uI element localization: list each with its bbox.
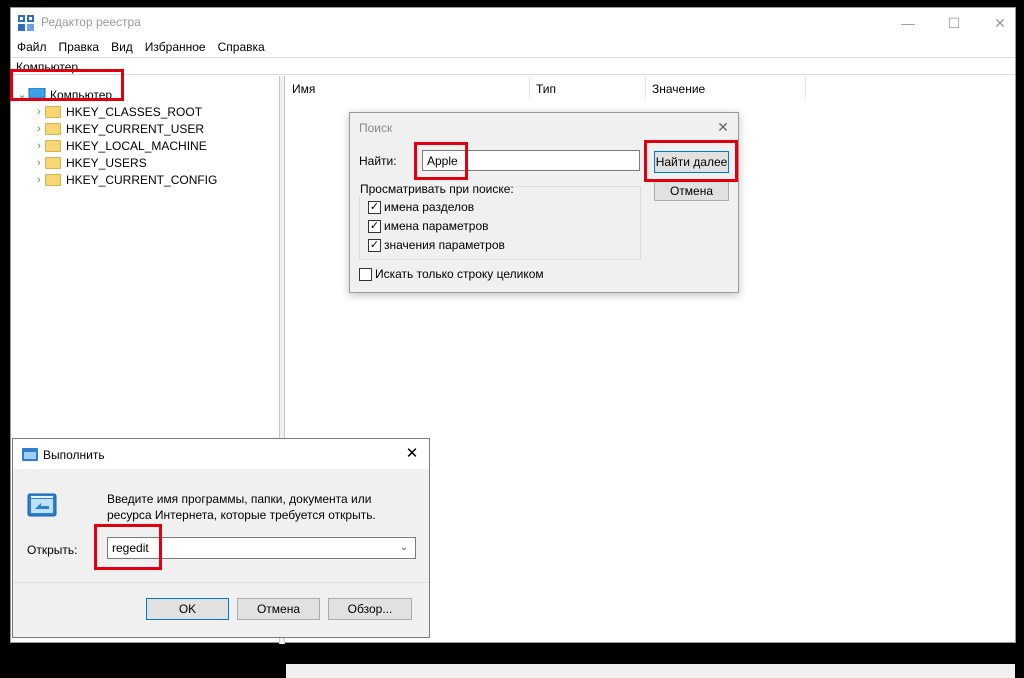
find-close-button[interactable]: ✕ xyxy=(712,117,734,137)
menu-view[interactable]: Вид xyxy=(105,38,139,56)
chevron-right-icon[interactable]: › xyxy=(33,106,45,118)
folder-icon xyxy=(45,173,61,186)
dialog-title: Выполнить xyxy=(43,448,105,462)
horizontal-scrollbar[interactable] xyxy=(286,664,1015,678)
menu-favorites[interactable]: Избранное xyxy=(139,38,212,56)
checkbox-value-names[interactable]: ✓ xyxy=(368,219,381,233)
checkbox-value-data[interactable]: ✓ xyxy=(368,238,381,252)
address-bar[interactable]: Компьютер xyxy=(11,57,1015,75)
column-header-type[interactable]: Тип xyxy=(530,76,646,98)
dialog-title: Поиск xyxy=(359,121,393,135)
menu-file[interactable]: Файл xyxy=(11,38,53,56)
folder-icon xyxy=(45,156,61,169)
option-label: имена разделов xyxy=(384,200,475,214)
find-label: Найти: xyxy=(359,154,397,168)
tree-item-hkcr[interactable]: › HKEY_CLASSES_ROOT xyxy=(33,103,202,120)
chevron-right-icon[interactable]: › xyxy=(33,140,45,152)
option-label: Искать только строку целиком xyxy=(375,267,544,281)
highlight-find-next xyxy=(644,140,738,182)
tree-item-hklm[interactable]: › HKEY_LOCAL_MACHINE xyxy=(33,137,207,154)
tree-item-label: HKEY_LOCAL_MACHINE xyxy=(66,138,207,153)
run-dialog: Выполнить ✕ Введите имя программы, папки… xyxy=(12,438,430,638)
option-value-names[interactable]: ✓ имена параметров xyxy=(368,217,489,235)
run-close-button[interactable]: ✕ xyxy=(401,444,423,464)
tree-item-label: HKEY_CLASSES_ROOT xyxy=(66,104,203,119)
highlight-computer xyxy=(10,69,124,101)
ok-button[interactable]: OK xyxy=(146,598,229,620)
close-icon: ✕ xyxy=(994,14,1006,31)
tree-item-hku[interactable]: › HKEY_USERS xyxy=(33,154,147,171)
tree-item-hkcc[interactable]: › HKEY_CURRENT_CONFIG xyxy=(33,171,217,188)
minimize-icon: — xyxy=(901,15,915,31)
option-key-names[interactable]: ✓ имена разделов xyxy=(368,198,474,216)
maximize-icon: ☐ xyxy=(947,14,961,31)
window-title: Редактор реестра xyxy=(41,15,141,29)
chevron-right-icon[interactable]: › xyxy=(33,157,45,169)
maximize-button[interactable]: ☐ xyxy=(931,8,977,38)
minimize-button[interactable]: — xyxy=(885,8,931,38)
tree-item-label: HKEY_CURRENT_CONFIG xyxy=(66,172,218,187)
run-titlebar[interactable]: Выполнить ✕ xyxy=(13,439,429,469)
highlight-find-input xyxy=(414,142,468,180)
tree-item-label: HKEY_CURRENT_USER xyxy=(66,121,205,136)
run-icon xyxy=(22,448,38,461)
folder-icon xyxy=(45,122,61,135)
option-label: имена параметров xyxy=(384,219,489,233)
close-icon: ✕ xyxy=(405,445,419,462)
column-header-value[interactable]: Значение xyxy=(646,76,806,98)
folder-icon xyxy=(45,139,61,152)
option-value-data[interactable]: ✓ значения параметров xyxy=(368,236,505,254)
option-whole-string[interactable]: Искать только строку целиком xyxy=(359,265,544,283)
search-scope-group: ✓ имена разделов ✓ имена параметров ✓ зн… xyxy=(359,186,641,260)
chevron-right-icon[interactable]: › xyxy=(33,123,45,135)
option-label: значения параметров xyxy=(384,238,505,252)
menu-edit[interactable]: Правка xyxy=(53,38,106,56)
search-scope-label: Просматривать при поиске: xyxy=(358,182,516,196)
close-icon: ✕ xyxy=(717,119,729,135)
folder-icon xyxy=(45,105,61,118)
menu-bar: Файл Правка Вид Избранное Справка xyxy=(11,38,1015,56)
run-program-icon xyxy=(27,493,57,517)
menu-help[interactable]: Справка xyxy=(212,38,271,56)
chevron-down-icon[interactable]: ⌄ xyxy=(394,540,414,556)
find-cancel-button[interactable]: Отмена xyxy=(654,180,729,201)
registry-editor-titlebar[interactable]: Редактор реестра — ☐ ✕ xyxy=(11,8,1015,38)
tree-item-hkcu[interactable]: › HKEY_CURRENT_USER xyxy=(33,120,204,137)
close-button[interactable]: ✕ xyxy=(977,8,1023,38)
open-label: Открыть: xyxy=(27,543,78,557)
run-description: Введите имя программы, папки, документа … xyxy=(107,492,376,522)
tree-item-label: HKEY_USERS xyxy=(66,155,147,170)
cancel-button[interactable]: Отмена xyxy=(237,598,320,620)
column-header-name[interactable]: Имя xyxy=(286,76,530,98)
highlight-open-input xyxy=(94,524,162,570)
checkbox-whole-string[interactable] xyxy=(359,267,372,281)
checkbox-key-names[interactable]: ✓ xyxy=(368,200,381,214)
browse-button[interactable]: Обзор... xyxy=(328,598,412,620)
registry-editor-icon xyxy=(18,15,34,31)
chevron-right-icon[interactable]: › xyxy=(33,174,45,186)
